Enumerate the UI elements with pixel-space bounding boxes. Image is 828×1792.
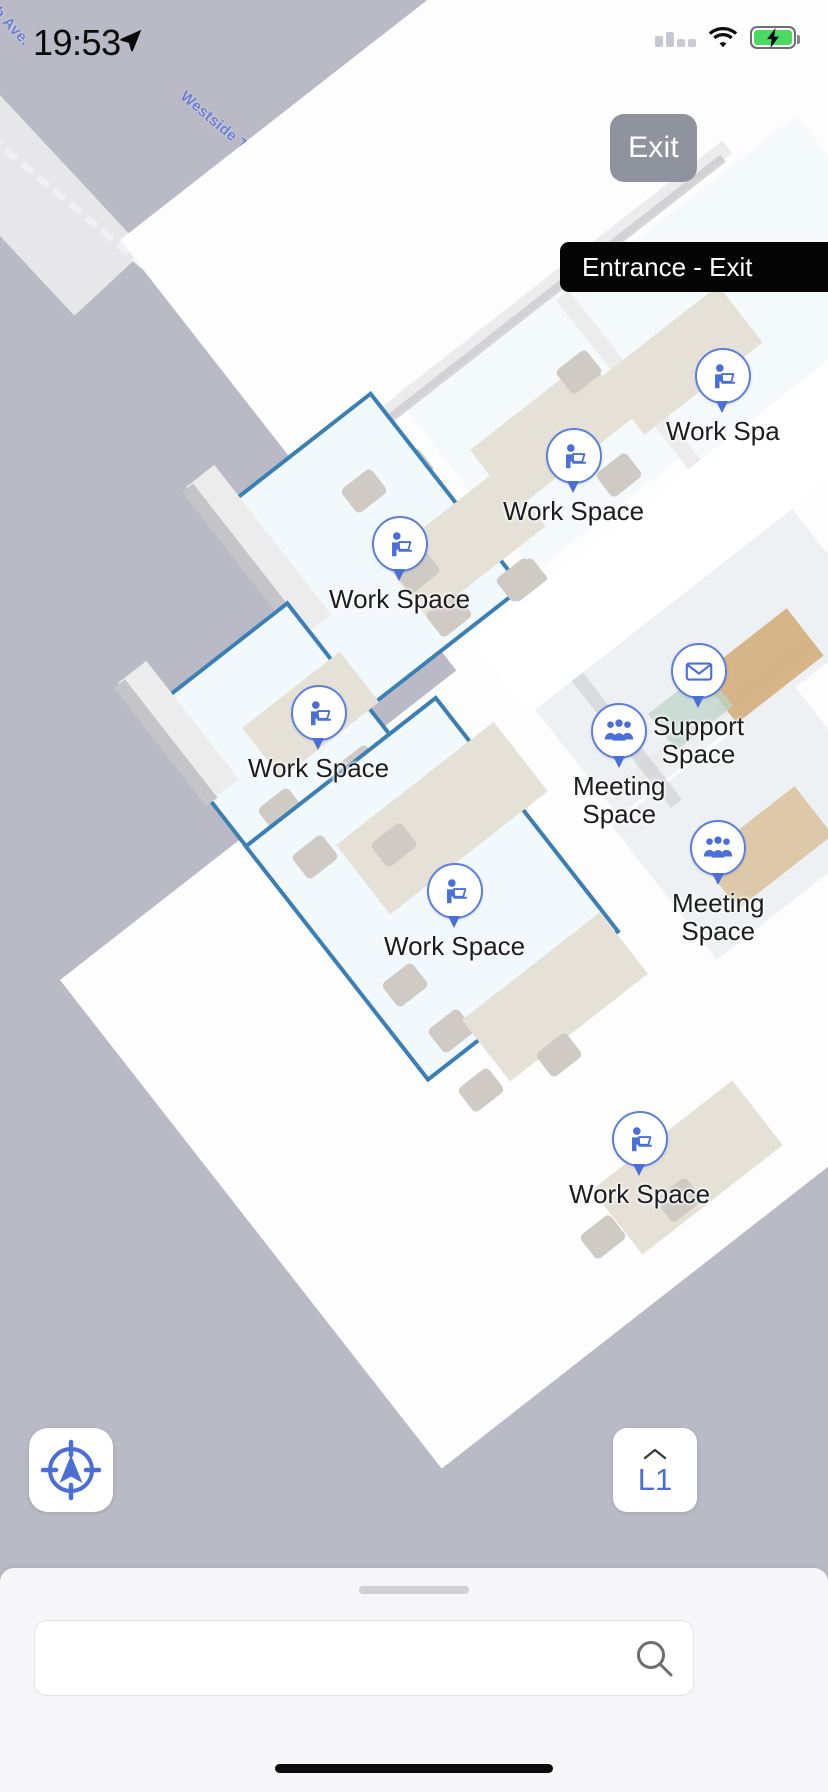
poi-label: Work Space: [329, 584, 471, 614]
bottom-sheet[interactable]: [0, 1568, 828, 1792]
poi-label: Work Spa: [666, 416, 780, 446]
poi-pin[interactable]: [591, 703, 648, 768]
poi-label: Meeting Space: [672, 888, 765, 947]
map-screen: th Ave. Westside Trail Work Spa Work Spa…: [0, 0, 828, 1792]
search-input[interactable]: [53, 1642, 633, 1674]
poi-pin[interactable]: [611, 1111, 668, 1176]
poi-pin[interactable]: [670, 643, 727, 708]
poi-work-space-3[interactable]: Work Space: [329, 516, 470, 613]
poi-meeting-space-2[interactable]: Meeting Space: [672, 820, 765, 945]
poi-label: Work Space: [503, 496, 645, 526]
search-bar[interactable]: [34, 1620, 694, 1696]
poi-work-space-1[interactable]: Work Spa: [666, 348, 780, 445]
chevron-up-icon: [643, 1448, 667, 1459]
exit-button-label: Exit: [628, 131, 679, 164]
floor-selector-label: L1: [637, 1461, 673, 1497]
entrance-exit-tooltip[interactable]: Entrance - Exit: [560, 242, 828, 292]
poi-meeting-space-1[interactable]: Meeting Space: [573, 703, 666, 828]
poi-pin[interactable]: [694, 348, 751, 413]
poi-pin[interactable]: [690, 820, 747, 885]
compass-locate-icon: [40, 1439, 102, 1501]
poi-label: Work Space: [384, 931, 526, 961]
poi-pin[interactable]: [371, 516, 428, 581]
home-indicator: [275, 1764, 553, 1773]
poi-work-space-5[interactable]: Work Space: [384, 863, 525, 960]
poi-pin[interactable]: [545, 428, 602, 493]
floor-selector-button[interactable]: L1: [613, 1428, 697, 1512]
poi-work-space-4[interactable]: Work Space: [248, 685, 389, 782]
work-space-icon: [446, 879, 467, 904]
exit-button[interactable]: Exit: [610, 114, 697, 182]
compass-locate-button[interactable]: [29, 1428, 113, 1512]
poi-pin[interactable]: [290, 685, 347, 750]
work-space-icon: [565, 444, 586, 469]
entrance-exit-tooltip-label: Entrance - Exit: [582, 251, 753, 282]
poi-label: Meeting Space: [573, 771, 666, 830]
poi-pin[interactable]: [426, 863, 483, 928]
search-magnifier-icon[interactable]: [633, 1637, 675, 1679]
poi-work-space-6[interactable]: Work Space: [569, 1111, 710, 1208]
meeting-space-people-icon: [605, 719, 634, 741]
meeting-space-people-icon: [704, 836, 733, 858]
work-space-icon: [391, 532, 412, 557]
poi-work-space-2[interactable]: Work Space: [503, 428, 644, 525]
work-space-icon: [310, 701, 331, 726]
poi-label: Work Space: [248, 753, 390, 783]
sheet-grabber-handle[interactable]: [359, 1586, 469, 1594]
support-space-envelope-icon: [685, 662, 712, 681]
poi-label: Support Space: [653, 711, 745, 770]
work-space-icon: [631, 1127, 652, 1152]
work-space-icon: [714, 364, 735, 389]
poi-support-space-1[interactable]: Support Space: [653, 643, 744, 768]
poi-label: Work Space: [569, 1179, 711, 1209]
